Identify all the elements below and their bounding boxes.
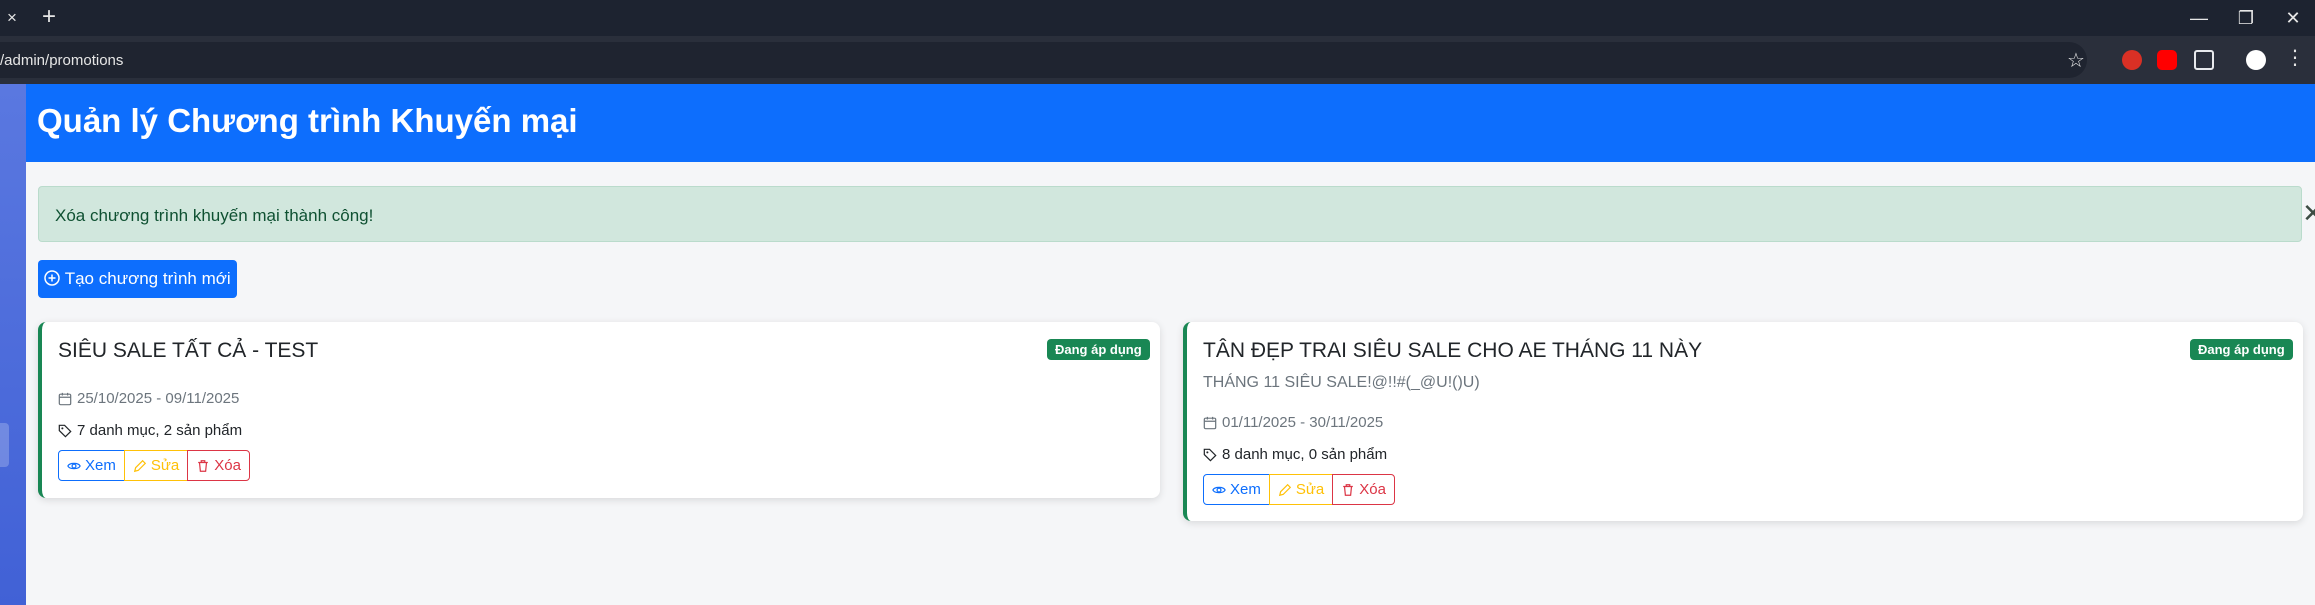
extensions-puzzle-icon[interactable] bbox=[2194, 50, 2214, 70]
plus-circle-icon bbox=[44, 270, 61, 286]
pencil-icon bbox=[1278, 483, 1291, 496]
eye-icon bbox=[1212, 486, 1226, 493]
promotion-dates: 25/10/2025 - 09/11/2025 bbox=[58, 390, 239, 407]
close-window-icon[interactable]: ✕ bbox=[2281, 6, 2305, 30]
view-label: Xem bbox=[85, 457, 116, 474]
edit-label: Sửa bbox=[150, 457, 180, 474]
tag-icon bbox=[58, 424, 72, 438]
trash-icon bbox=[198, 459, 209, 472]
edit-label: Sửa bbox=[1295, 481, 1325, 498]
restore-icon[interactable]: ❐ bbox=[2234, 6, 2258, 30]
extension-youtube-icon[interactable] bbox=[2157, 50, 2177, 70]
browser-tab-bar: × + — ❐ ✕ bbox=[0, 0, 2315, 36]
address-bar[interactable]: /admin/promotions ☆ bbox=[0, 42, 2087, 78]
promotion-title: SIÊU SALE TẤT CẢ - TEST bbox=[58, 339, 319, 362]
promotion-card: TÂN ĐẸP TRAI SIÊU SALE CHO AE THÁNG 11 N… bbox=[1183, 322, 2303, 521]
sidebar-active-item[interactable] bbox=[0, 423, 9, 467]
dates-text: 25/10/2025 - 09/11/2025 bbox=[77, 390, 240, 407]
edit-button[interactable]: Sửa bbox=[123, 450, 189, 481]
new-tab-button[interactable]: + bbox=[36, 4, 62, 30]
alert-message: Xóa chương trình khuyến mại thành công! bbox=[55, 206, 374, 225]
sidebar bbox=[0, 84, 26, 605]
dates-text: 01/11/2025 - 30/11/2025 bbox=[1222, 414, 1384, 431]
promotion-description: THÁNG 11 SIÊU SALE!@!!#(_@U!()U) bbox=[1203, 374, 1480, 391]
view-button[interactable]: Xem bbox=[1203, 474, 1270, 505]
status-badge: Đang áp dụng bbox=[1047, 339, 1150, 360]
calendar-icon bbox=[58, 392, 72, 405]
promotion-scope: 7 danh mục, 2 sản phẩm bbox=[58, 422, 242, 439]
create-promotion-button[interactable]: Tạo chương trình mới bbox=[38, 260, 237, 298]
promotion-card: SIÊU SALE TẤT CẢ - TEST Đang áp dụng 25/… bbox=[38, 322, 1160, 498]
url-text[interactable]: /admin/promotions bbox=[0, 52, 123, 69]
alert-close-icon[interactable]: ✕ bbox=[2301, 200, 2315, 226]
promotion-dates: 01/11/2025 - 30/11/2025 bbox=[1203, 414, 1383, 431]
minimize-icon[interactable]: — bbox=[2187, 6, 2211, 30]
pencil-icon bbox=[133, 459, 146, 472]
edit-button[interactable]: Sửa bbox=[1268, 474, 1334, 505]
scope-text: 7 danh mục, 2 sản phẩm bbox=[77, 422, 243, 439]
tab-close-icon[interactable]: × bbox=[0, 6, 24, 30]
promotion-scope: 8 danh mục, 0 sản phẩm bbox=[1203, 446, 1387, 463]
promotion-title: TÂN ĐẸP TRAI SIÊU SALE CHO AE THÁNG 11 N… bbox=[1203, 339, 1703, 362]
delete-button[interactable]: Xóa bbox=[1332, 474, 1395, 505]
page-header: Quản lý Chương trình Khuyến mại bbox=[26, 84, 2315, 162]
browser-toolbar: /admin/promotions ☆ ⋮ bbox=[0, 36, 2315, 84]
scope-text: 8 danh mục, 0 sản phẩm bbox=[1222, 446, 1388, 463]
bookmark-star-icon[interactable]: ☆ bbox=[2067, 48, 2085, 73]
success-alert: Xóa chương trình khuyến mại thành công! … bbox=[38, 186, 2315, 242]
view-button[interactable]: Xem bbox=[58, 450, 125, 481]
extension-block-icon[interactable] bbox=[2122, 50, 2142, 70]
status-badge: Đang áp dụng bbox=[2190, 339, 2293, 360]
card-actions: Xem Sửa Xóa bbox=[58, 450, 250, 481]
profile-avatar-icon[interactable] bbox=[2246, 50, 2266, 70]
card-actions: Xem Sửa Xóa bbox=[1203, 474, 1395, 505]
calendar-icon bbox=[1203, 416, 1217, 429]
tag-icon bbox=[1203, 448, 1217, 462]
trash-icon bbox=[1343, 483, 1354, 496]
eye-icon bbox=[67, 462, 81, 469]
view-label: Xem bbox=[1230, 481, 1261, 498]
page-title: Quản lý Chương trình Khuyến mại bbox=[37, 102, 578, 139]
delete-button[interactable]: Xóa bbox=[187, 450, 250, 481]
delete-label: Xóa bbox=[214, 457, 241, 474]
delete-label: Xóa bbox=[1359, 481, 1386, 498]
browser-menu-icon[interactable]: ⋮ bbox=[2285, 46, 2305, 70]
create-button-label: Tạo chương trình mới bbox=[64, 269, 231, 288]
